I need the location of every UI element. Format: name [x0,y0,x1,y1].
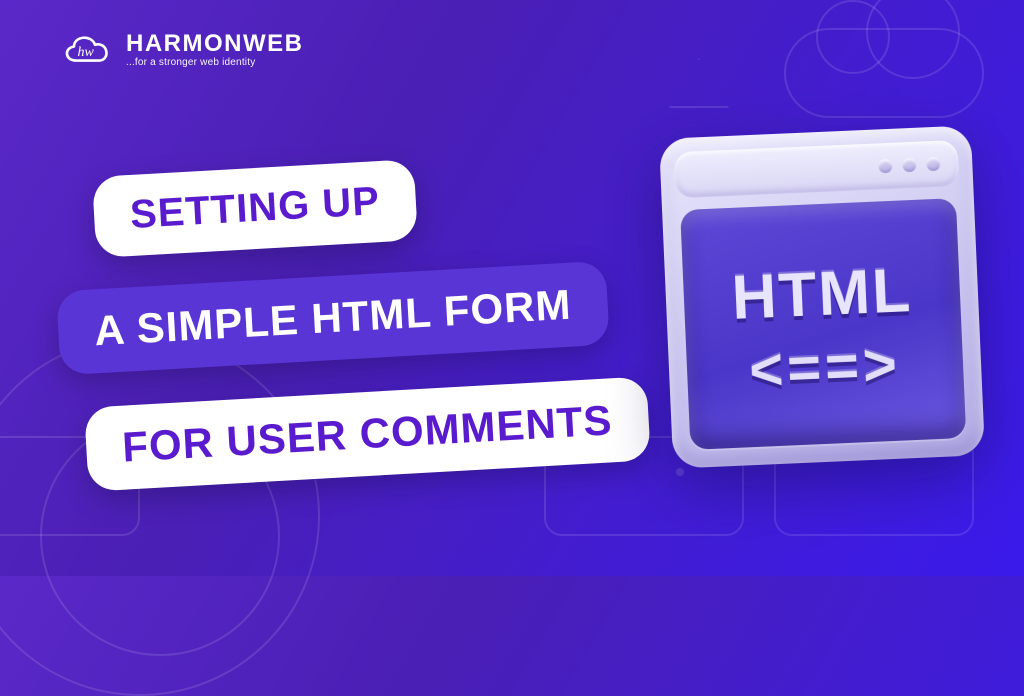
window-control-dot [902,158,917,173]
window-titlebar [674,140,960,198]
brand-name: HARMONWEB [126,32,303,56]
panel-html-label: HTML [730,255,913,334]
window-frame: HTML <==> [659,125,985,468]
window-control-dot [878,159,893,174]
brand-logo: hw HARMONWEB ...for a stronger web ident… [60,28,303,72]
panel-code-glyph: <==> [749,345,902,392]
browser-window-illustration: HTML <==> [659,125,985,468]
cloud-hw-icon: hw [60,28,116,72]
svg-text:hw: hw [78,45,95,60]
window-control-dot [926,157,941,172]
title-line-2: A SIMPLE HTML FORM [56,261,609,376]
bg-triangle-outline [669,58,729,108]
brand-tagline: ...for a stronger web identity [126,58,303,68]
title-line-1: SETTING UP [92,159,418,258]
bg-dot [676,468,684,476]
bg-cloud-outline [784,28,984,118]
window-content-panel: HTML <==> [680,198,966,450]
